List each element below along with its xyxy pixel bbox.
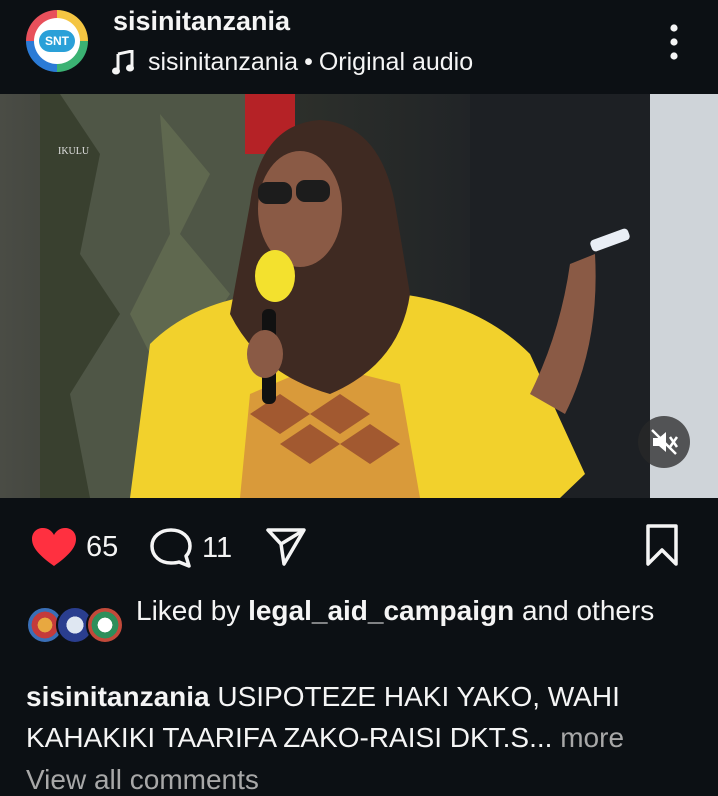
comment-count[interactable]: 11 bbox=[202, 532, 232, 565]
caption-more-link[interactable]: more bbox=[560, 722, 624, 753]
liked-by-text: Liked by legal_aid_campaign and others bbox=[136, 592, 716, 630]
video-watermark: IKULU bbox=[58, 146, 90, 157]
music-note-icon bbox=[112, 49, 134, 74]
liked-by-user[interactable]: legal_aid_campaign bbox=[248, 595, 514, 626]
post-username[interactable]: sisinitanzania bbox=[113, 6, 290, 37]
liked-by-section[interactable]: Liked by legal_aid_campaign and others bbox=[26, 592, 716, 666]
more-options-icon[interactable] bbox=[660, 22, 688, 62]
post-caption: sisinitanzania USIPOTEZE HAKI YAKO, WAHI… bbox=[26, 676, 706, 758]
audio-row[interactable]: sisinitanzania • Original audio bbox=[112, 48, 473, 77]
caption-username[interactable]: sisinitanzania bbox=[26, 681, 210, 712]
mute-button[interactable] bbox=[638, 416, 690, 468]
bookmark-icon[interactable] bbox=[644, 522, 680, 568]
reel-video[interactable]: IKULU bbox=[0, 94, 718, 498]
heart-icon[interactable] bbox=[30, 526, 78, 568]
comment-icon[interactable] bbox=[148, 526, 194, 570]
liker-avatars bbox=[26, 606, 126, 646]
audio-label: Original audio bbox=[318, 48, 474, 76]
view-all-comments-link[interactable]: View all comments bbox=[26, 764, 259, 796]
audio-separator: • bbox=[304, 48, 313, 76]
liked-by-suffix: and others bbox=[521, 595, 655, 626]
post-header: SNT sisinitanzania sisinitanzania • Orig… bbox=[0, 0, 718, 94]
share-icon[interactable] bbox=[264, 524, 308, 568]
video-frame: IKULU bbox=[40, 94, 718, 498]
like-count[interactable]: 65 bbox=[86, 531, 118, 564]
liker-avatar bbox=[86, 606, 124, 644]
speaker-muted-icon bbox=[651, 429, 679, 455]
like-action[interactable]: 65 bbox=[30, 526, 118, 568]
avatar-logo-text: SNT bbox=[39, 30, 75, 52]
avatar[interactable]: SNT bbox=[26, 10, 88, 72]
comment-action[interactable]: 11 bbox=[148, 526, 232, 570]
avatar-inner: SNT bbox=[34, 18, 80, 64]
post-actions: 65 11 bbox=[0, 516, 718, 576]
liked-by-prefix: Liked by bbox=[136, 595, 241, 626]
audio-user: sisinitanzania bbox=[148, 48, 299, 76]
